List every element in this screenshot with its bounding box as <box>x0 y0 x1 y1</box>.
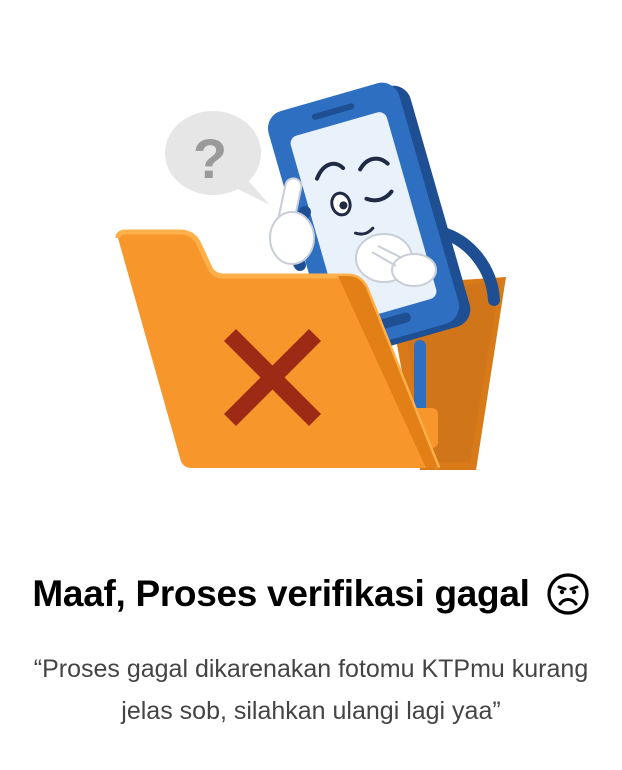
error-message: “Proses gagal dikarenakan fotomu KTPmu k… <box>33 655 589 725</box>
sad-face-icon <box>547 573 589 615</box>
question-speech-bubble: ? <box>165 111 270 205</box>
error-illustration: ? <box>115 82 506 470</box>
error-title: Maaf, Proses verifikasi gagal <box>32 573 530 614</box>
error-title-row: Maaf, Proses verifikasi gagal <box>0 572 622 616</box>
question-mark-icon: ? <box>193 127 227 190</box>
